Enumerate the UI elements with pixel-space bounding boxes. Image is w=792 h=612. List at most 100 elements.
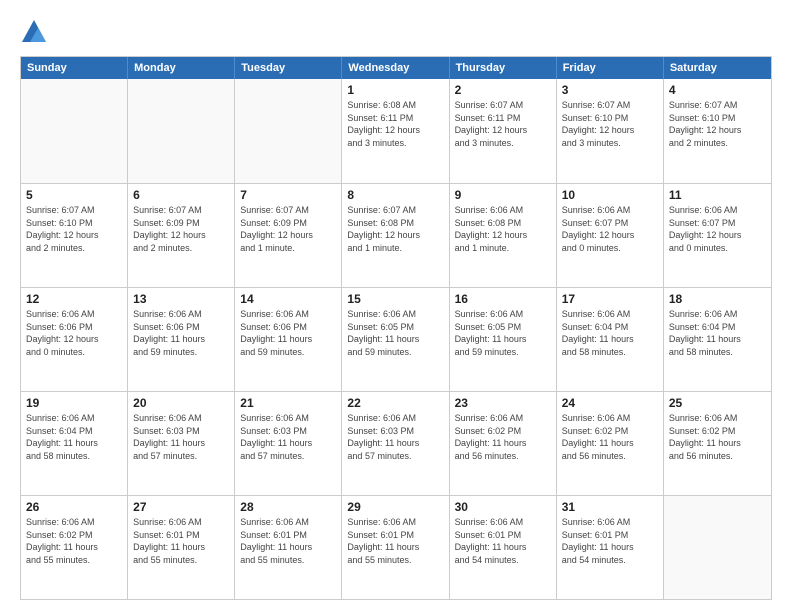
day-number: 7	[240, 188, 336, 202]
calendar-cell-2-6: 18Sunrise: 6:06 AM Sunset: 6:04 PM Dayli…	[664, 288, 771, 391]
day-number: 27	[133, 500, 229, 514]
cell-info: Sunrise: 6:06 AM Sunset: 6:06 PM Dayligh…	[26, 308, 122, 358]
day-number: 3	[562, 83, 658, 97]
cell-info: Sunrise: 6:06 AM Sunset: 6:01 PM Dayligh…	[562, 516, 658, 566]
day-number: 4	[669, 83, 766, 97]
day-number: 23	[455, 396, 551, 410]
calendar-row-0: 1Sunrise: 6:08 AM Sunset: 6:11 PM Daylig…	[21, 79, 771, 183]
day-number: 22	[347, 396, 443, 410]
day-number: 20	[133, 396, 229, 410]
cell-info: Sunrise: 6:06 AM Sunset: 6:06 PM Dayligh…	[240, 308, 336, 358]
calendar-cell-1-5: 10Sunrise: 6:06 AM Sunset: 6:07 PM Dayli…	[557, 184, 664, 287]
calendar-cell-4-1: 27Sunrise: 6:06 AM Sunset: 6:01 PM Dayli…	[128, 496, 235, 599]
day-number: 25	[669, 396, 766, 410]
calendar-cell-4-0: 26 Sunrise: 6:06 AM Sunset: 6:02 PM Dayli…	[21, 496, 128, 599]
calendar-cell-4-3: 29 Sunrise: 6:06 AM Sunset: 6:01 PM Dayli…	[342, 496, 449, 599]
cell-info: Sunrise: 6:06 AM Sunset: 6:02 PM Dayligh…	[669, 412, 766, 462]
calendar-cell-1-3: 8Sunrise: 6:07 AM Sunset: 6:08 PM Daylig…	[342, 184, 449, 287]
day-number: 13	[133, 292, 229, 306]
day-number: 8	[347, 188, 443, 202]
weekday-header-tuesday: Tuesday	[235, 57, 342, 79]
day-number: 16	[455, 292, 551, 306]
calendar-cell-0-6: 4 Sunrise: 6:07 AM Sunset: 6:10 PM Daylig…	[664, 79, 771, 183]
day-number: 28	[240, 500, 336, 514]
cell-info: Sunrise: 6:06 AM Sunset: 6:01 PM Dayligh…	[455, 516, 551, 566]
weekday-header-thursday: Thursday	[450, 57, 557, 79]
calendar-row-2: 12 Sunrise: 6:06 AM Sunset: 6:06 PM Dayli…	[21, 287, 771, 391]
calendar-cell-4-2: 28 Sunrise: 6:06 AM Sunset: 6:01 PM Dayli…	[235, 496, 342, 599]
cell-info: Sunrise: 6:06 AM Sunset: 6:07 PM Dayligh…	[562, 204, 658, 254]
day-number: 12	[26, 292, 122, 306]
calendar-cell-4-5: 31 Sunrise: 6:06 AM Sunset: 6:01 PM Dayli…	[557, 496, 664, 599]
cell-info: Sunrise: 6:06 AM Sunset: 6:03 PM Dayligh…	[347, 412, 443, 462]
cell-info: Sunrise: 6:06 AM Sunset: 6:07 PM Dayligh…	[669, 204, 766, 254]
day-number: 9	[455, 188, 551, 202]
weekday-header-friday: Friday	[557, 57, 664, 79]
cell-info: Sunrise: 6:07 AM Sunset: 6:10 PM Dayligh…	[26, 204, 122, 254]
calendar-body: 1Sunrise: 6:08 AM Sunset: 6:11 PM Daylig…	[21, 79, 771, 599]
cell-info: Sunrise: 6:07 AM Sunset: 6:09 PM Dayligh…	[133, 204, 229, 254]
calendar-cell-2-0: 12 Sunrise: 6:06 AM Sunset: 6:06 PM Dayli…	[21, 288, 128, 391]
day-number: 21	[240, 396, 336, 410]
cell-info: Sunrise: 6:06 AM Sunset: 6:05 PM Dayligh…	[347, 308, 443, 358]
calendar-cell-2-5: 17Sunrise: 6:06 AM Sunset: 6:04 PM Dayli…	[557, 288, 664, 391]
calendar-cell-1-1: 6 Sunrise: 6:07 AM Sunset: 6:09 PM Daylig…	[128, 184, 235, 287]
cell-info: Sunrise: 6:06 AM Sunset: 6:01 PM Dayligh…	[240, 516, 336, 566]
calendar-row-3: 19 Sunrise: 6:06 AM Sunset: 6:04 PM Dayli…	[21, 391, 771, 495]
logo	[20, 18, 52, 46]
calendar-cell-0-3: 1Sunrise: 6:08 AM Sunset: 6:11 PM Daylig…	[342, 79, 449, 183]
calendar-cell-1-4: 9Sunrise: 6:06 AM Sunset: 6:08 PM Daylig…	[450, 184, 557, 287]
weekday-header-saturday: Saturday	[664, 57, 771, 79]
page: SundayMondayTuesdayWednesdayThursdayFrid…	[0, 0, 792, 612]
cell-info: Sunrise: 6:06 AM Sunset: 6:02 PM Dayligh…	[26, 516, 122, 566]
calendar-cell-3-3: 22 Sunrise: 6:06 AM Sunset: 6:03 PM Dayli…	[342, 392, 449, 495]
day-number: 14	[240, 292, 336, 306]
weekday-header-wednesday: Wednesday	[342, 57, 449, 79]
calendar-cell-1-0: 5 Sunrise: 6:07 AM Sunset: 6:10 PM Daylig…	[21, 184, 128, 287]
day-number: 24	[562, 396, 658, 410]
day-number: 18	[669, 292, 766, 306]
header	[20, 18, 772, 46]
cell-info: Sunrise: 6:06 AM Sunset: 6:03 PM Dayligh…	[240, 412, 336, 462]
day-number: 19	[26, 396, 122, 410]
cell-info: Sunrise: 6:07 AM Sunset: 6:10 PM Dayligh…	[562, 99, 658, 149]
logo-icon	[20, 18, 48, 46]
calendar-cell-0-5: 3 Sunrise: 6:07 AM Sunset: 6:10 PM Daylig…	[557, 79, 664, 183]
cell-info: Sunrise: 6:06 AM Sunset: 6:04 PM Dayligh…	[562, 308, 658, 358]
calendar-row-4: 26 Sunrise: 6:06 AM Sunset: 6:02 PM Dayli…	[21, 495, 771, 599]
day-number: 15	[347, 292, 443, 306]
calendar-cell-3-1: 20Sunrise: 6:06 AM Sunset: 6:03 PM Dayli…	[128, 392, 235, 495]
calendar-cell-3-5: 24 Sunrise: 6:06 AM Sunset: 6:02 PM Dayli…	[557, 392, 664, 495]
calendar-cell-2-2: 14 Sunrise: 6:06 AM Sunset: 6:06 PM Dayli…	[235, 288, 342, 391]
cell-info: Sunrise: 6:08 AM Sunset: 6:11 PM Dayligh…	[347, 99, 443, 149]
day-number: 5	[26, 188, 122, 202]
weekday-header-monday: Monday	[128, 57, 235, 79]
calendar-cell-2-3: 15 Sunrise: 6:06 AM Sunset: 6:05 PM Dayli…	[342, 288, 449, 391]
day-number: 30	[455, 500, 551, 514]
cell-info: Sunrise: 6:06 AM Sunset: 6:02 PM Dayligh…	[562, 412, 658, 462]
calendar-cell-0-1	[128, 79, 235, 183]
calendar-cell-2-1: 13Sunrise: 6:06 AM Sunset: 6:06 PM Dayli…	[128, 288, 235, 391]
cell-info: Sunrise: 6:07 AM Sunset: 6:09 PM Dayligh…	[240, 204, 336, 254]
cell-info: Sunrise: 6:06 AM Sunset: 6:01 PM Dayligh…	[347, 516, 443, 566]
calendar-cell-4-6	[664, 496, 771, 599]
calendar-cell-0-2	[235, 79, 342, 183]
calendar-cell-1-2: 7 Sunrise: 6:07 AM Sunset: 6:09 PM Daylig…	[235, 184, 342, 287]
day-number: 6	[133, 188, 229, 202]
cell-info: Sunrise: 6:06 AM Sunset: 6:04 PM Dayligh…	[26, 412, 122, 462]
calendar-header: SundayMondayTuesdayWednesdayThursdayFrid…	[21, 57, 771, 79]
calendar-cell-3-2: 21 Sunrise: 6:06 AM Sunset: 6:03 PM Dayli…	[235, 392, 342, 495]
day-number: 26	[26, 500, 122, 514]
calendar-cell-0-4: 2Sunrise: 6:07 AM Sunset: 6:11 PM Daylig…	[450, 79, 557, 183]
calendar-cell-3-6: 25 Sunrise: 6:06 AM Sunset: 6:02 PM Dayli…	[664, 392, 771, 495]
cell-info: Sunrise: 6:06 AM Sunset: 6:02 PM Dayligh…	[455, 412, 551, 462]
day-number: 11	[669, 188, 766, 202]
calendar-cell-0-0	[21, 79, 128, 183]
calendar-row-1: 5 Sunrise: 6:07 AM Sunset: 6:10 PM Daylig…	[21, 183, 771, 287]
weekday-header-sunday: Sunday	[21, 57, 128, 79]
cell-info: Sunrise: 6:06 AM Sunset: 6:05 PM Dayligh…	[455, 308, 551, 358]
cell-info: Sunrise: 6:07 AM Sunset: 6:10 PM Dayligh…	[669, 99, 766, 149]
calendar: SundayMondayTuesdayWednesdayThursdayFrid…	[20, 56, 772, 600]
day-number: 31	[562, 500, 658, 514]
day-number: 29	[347, 500, 443, 514]
